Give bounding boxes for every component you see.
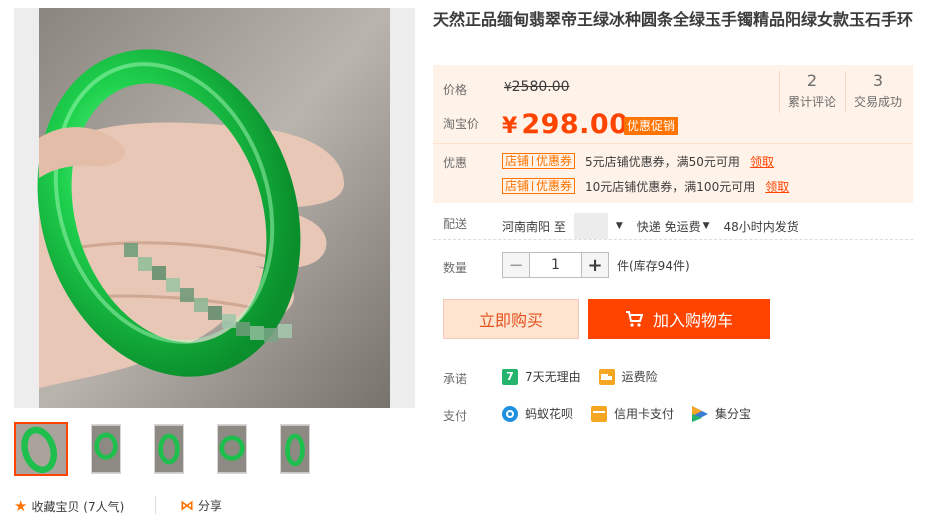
claim-coupon-link[interactable]: 领取 <box>750 153 774 170</box>
price-panel-divider <box>433 143 913 144</box>
price-panel: 价格 ¥2580.00 淘宝价 ¥298.00 优惠促销 2 累计评论 3 交易… <box>433 65 913 203</box>
promo-badge: 优惠促销 <box>624 117 679 135</box>
thumbnail-5[interactable] <box>280 424 310 474</box>
coupon-description: 5元店铺优惠券，满50元可用 <box>585 154 740 169</box>
footer-divider <box>155 496 156 514</box>
thumbnail-3[interactable] <box>154 424 184 474</box>
destination-selector[interactable] <box>573 213 608 239</box>
payment-item: 蚂蚁花呗 <box>525 407 574 421</box>
promise-label: 承诺 <box>443 372 468 386</box>
coupon-row-2: 店铺 优惠券 10元店铺优惠券，满100元可用 领取 <box>502 177 789 195</box>
share-icon: ⋈ <box>180 497 194 514</box>
quantity-input[interactable]: 1 <box>530 252 581 278</box>
promise-item[interactable]: 运费险 <box>622 368 658 385</box>
thumbnail-2[interactable] <box>91 424 121 474</box>
shop-coupon-tag: 店铺 优惠券 <box>502 178 576 194</box>
jifenbao-icon <box>692 405 709 422</box>
review-count-stat[interactable]: 2 累计评论 <box>779 71 845 111</box>
stock-info: 件(库存94件) <box>617 258 690 273</box>
price-label: 价格 <box>443 83 468 97</box>
claim-coupon-link[interactable]: 领取 <box>765 178 789 195</box>
huabei-icon <box>502 405 518 422</box>
share-label: 分享 <box>198 499 223 513</box>
credit-card-icon <box>591 405 608 422</box>
dispatch-time: 48小时内发货 <box>723 219 799 234</box>
collect-label: 收藏宝贝 (7人气) <box>31 499 125 514</box>
coupon-row-1: 店铺 优惠券 5元店铺优惠券，满50元可用 领取 <box>502 152 774 170</box>
coupon-label: 优惠 <box>443 156 468 170</box>
add-to-cart-button[interactable]: 加入购物车 <box>588 299 770 339</box>
payment-row: 蚂蚁花呗 信用卡支付 集分宝 <box>502 405 751 422</box>
ship-from: 河南南阳 至 <box>502 219 566 234</box>
section-divider <box>433 239 913 240</box>
promise-row: 7 7天无理由 运费险 <box>502 368 658 385</box>
taobao-price-label: 淘宝价 <box>443 117 480 131</box>
shipping-method[interactable]: 快递 免运费 <box>637 218 701 235</box>
quantity-stepper: − 1 + 件(库存94件) <box>502 252 690 278</box>
delivery-row: 河南南阳 至 ▼ 快递 免运费 ▼ 48小时内发货 <box>502 213 799 239</box>
collect-button[interactable]: ★ 收藏宝贝 (7人气) <box>14 497 124 515</box>
thumbnail-1[interactable] <box>14 422 68 476</box>
quantity-increase-button[interactable]: + <box>581 252 609 278</box>
sales-count-stat[interactable]: 3 交易成功 <box>845 71 911 111</box>
chevron-down-icon[interactable]: ▼ <box>703 221 710 231</box>
promise-item[interactable]: 7天无理由 <box>525 368 581 385</box>
buy-now-button[interactable]: 立即购买 <box>443 299 579 339</box>
cart-icon <box>625 311 643 327</box>
quantity-decrease-button[interactable]: − <box>502 252 530 278</box>
payment-item: 集分宝 <box>715 407 752 421</box>
chevron-down-icon[interactable]: ▼ <box>616 221 623 231</box>
taobao-price: ¥298.00 <box>502 109 629 140</box>
payment-item: 信用卡支付 <box>614 407 675 421</box>
quantity-label: 数量 <box>443 261 468 275</box>
original-price: ¥2580.00 <box>504 79 570 95</box>
main-product-image[interactable] <box>14 8 415 408</box>
share-button[interactable]: ⋈ 分享 <box>180 497 222 514</box>
thumbnail-4[interactable] <box>217 424 247 474</box>
seven-day-icon: 7 <box>502 368 518 385</box>
payment-label: 支付 <box>443 409 468 423</box>
shop-coupon-tag: 店铺 优惠券 <box>502 153 576 169</box>
delivery-label: 配送 <box>443 217 468 231</box>
product-title: 天然正品缅甸翡翠帝王绿冰种圆条全绿玉手镯精品阳绿女款玉石手环 <box>433 10 914 29</box>
add-to-cart-label: 加入购物车 <box>652 311 733 330</box>
star-icon: ★ <box>14 497 28 515</box>
shipping-insurance-icon <box>598 368 615 385</box>
coupon-description: 10元店铺优惠券，满100元可用 <box>585 179 756 194</box>
